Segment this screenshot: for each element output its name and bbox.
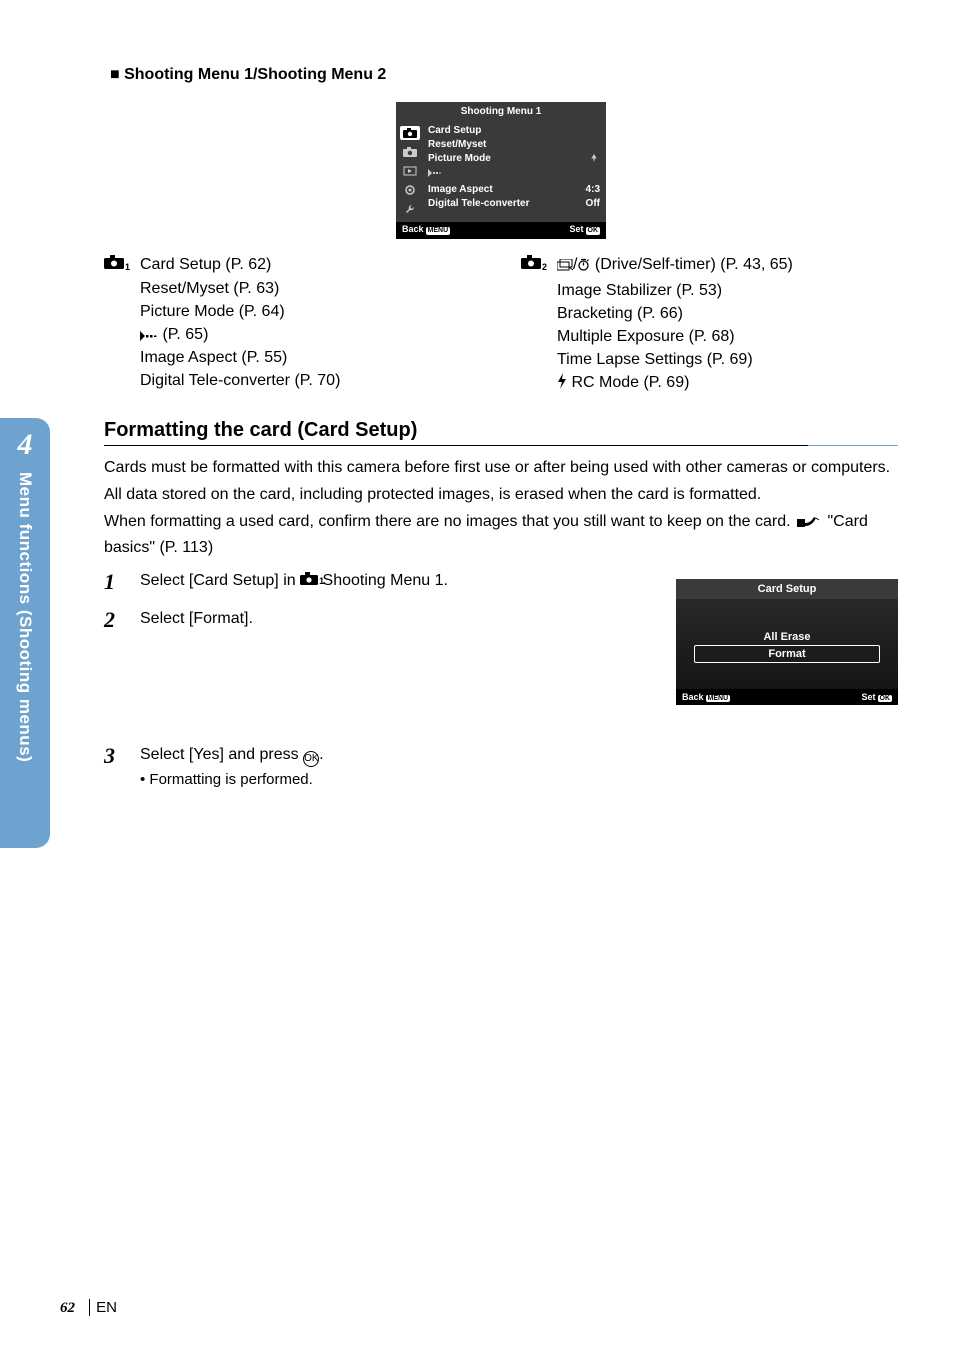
section-title: Formatting the card (Card Setup) (104, 419, 898, 446)
ok-button-icon: OK (303, 751, 319, 767)
camera1-tab-icon: 1 (400, 126, 420, 140)
menu-panel-title: Shooting Menu 1 (396, 102, 606, 122)
cs-title: Card Setup (676, 579, 898, 599)
chapter-number: 4 (18, 428, 33, 462)
page-footer: 62 EN (60, 1299, 117, 1317)
playback-tab-icon (400, 164, 420, 178)
menu-back: BackMENU (402, 224, 450, 235)
left-column: 1 Card Setup (P. 62) Reset/Myset (P. 63)… (104, 253, 481, 394)
menu-set: SetOK (569, 224, 600, 235)
list-item: Bracketing (P. 66) (557, 302, 793, 325)
cs-footer: BackMENU SetOK (676, 689, 898, 705)
menu-items: Card Setup Reset/Myset Picture Mode Imag… (424, 122, 606, 216)
body-text: Cards must be formatted with this camera… (104, 456, 898, 479)
list-item: Reset/Myset (P. 63) (140, 277, 340, 300)
menu-panel-body: 1 2 Card Setup Reset/Myset Picture Mod (396, 122, 606, 222)
step-sub: Formatting is performed. (140, 769, 324, 792)
cs-item-selected: Format (694, 645, 880, 663)
drive-icon (557, 255, 573, 278)
body-text: All data stored on the card, including p… (104, 483, 898, 506)
page-number: 62 (60, 1300, 75, 1316)
self-timer-icon (577, 255, 590, 278)
menu-row: Reset/Myset (428, 138, 600, 152)
quality-icon (428, 169, 442, 182)
right-list: / (Drive/Self-timer) (P. 43, 65) Image S… (557, 253, 793, 394)
menu-footer: BackMENU SetOK (396, 222, 606, 239)
svg-text:1: 1 (415, 133, 417, 138)
menu-row: Card Setup (428, 124, 600, 138)
section-heading: Shooting Menu 1/Shooting Menu 2 (110, 66, 898, 84)
page-lang: EN (96, 1299, 117, 1316)
list-item: RC Mode (P. 69) (557, 371, 793, 394)
list-item: (P. 65) (140, 323, 340, 346)
cs-back: BackMENU (682, 692, 730, 702)
list-item: Digital Tele-converter (P. 70) (140, 369, 340, 392)
step-3: 3 Select [Yes] and press OK. Formatting … (104, 743, 898, 792)
menu-row: Image Aspect4:3 (428, 183, 600, 197)
menu-row: Digital Tele-converterOff (428, 197, 600, 211)
camera1-icon: 1 (104, 253, 140, 394)
chapter-tab: 4 Menu functions (Shooting menus) (0, 418, 50, 848)
left-list: Card Setup (P. 62) Reset/Myset (P. 63) P… (140, 253, 340, 394)
list-item: Card Setup (P. 62) (140, 253, 340, 276)
menu-row (428, 168, 600, 183)
right-column: 2 / (Drive/Self-timer) (P. 43, 65) Image… (521, 253, 898, 394)
list-item: Image Stabilizer (P. 53) (557, 279, 793, 302)
body-text: When formatting a used card, confirm the… (104, 510, 898, 559)
camera2-icon: 2 (521, 253, 557, 394)
cs-body: All Erase Format (676, 599, 898, 689)
list-item: Multiple Exposure (P. 68) (557, 325, 793, 348)
list-item: Time Lapse Settings (P. 69) (557, 348, 793, 371)
shooting-menu-screenshot: Shooting Menu 1 1 2 Car (396, 102, 606, 239)
list-item: Image Aspect (P. 55) (140, 346, 340, 369)
camera1-icon: 1 (300, 572, 318, 585)
list-item: / (Drive/Self-timer) (P. 43, 65) (557, 253, 793, 278)
reference-icon (797, 513, 819, 536)
picture-mode-icon (588, 153, 600, 167)
menu-tab-strip: 1 2 (396, 122, 424, 216)
svg-text:2: 2 (415, 152, 417, 157)
cs-item: All Erase (686, 629, 888, 645)
chapter-title: Menu functions (Shooting menus) (15, 472, 35, 762)
list-item: Picture Mode (P. 64) (140, 300, 340, 323)
gear-tab-icon (400, 183, 420, 197)
menu-item-lists: 1 Card Setup (P. 62) Reset/Myset (P. 63)… (104, 253, 898, 394)
cs-set: SetOK (861, 692, 892, 702)
camera2-tab-icon: 2 (400, 145, 420, 159)
card-setup-screenshot: Card Setup All Erase Format BackMENU Set… (676, 579, 898, 705)
wrench-tab-icon (400, 202, 420, 216)
menu-row: Picture Mode (428, 152, 600, 168)
